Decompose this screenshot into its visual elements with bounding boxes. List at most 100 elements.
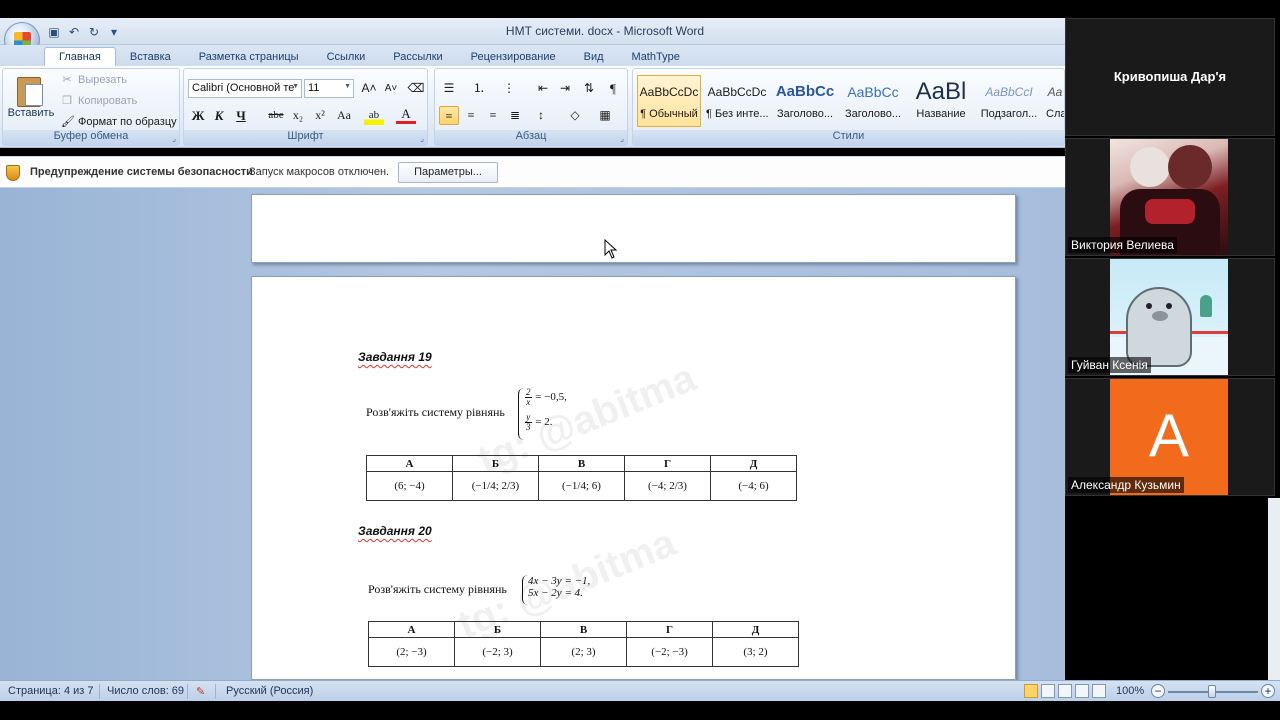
style-subtitle[interactable]: AaBbCcI Подзагол... [977,75,1041,127]
subscript-icon[interactable]: x₂ [288,106,308,125]
style-heading-2[interactable]: AaBbCc Заголово... [841,75,905,127]
outline-view-icon[interactable] [1075,684,1089,698]
superscript-icon[interactable]: x² [310,106,330,125]
paragraph-group: ☰ ⒈ ⋮ ⇤ ⇥ ⇅ ¶ ≡ ≡ ≡ ≣ ↕ ◇ ▦ Абзац ⌟ [434,68,628,146]
task-19-answer-table: А Б В Г Д (6; −4) (−1/4; 2/3) (−1/4; 6) … [366,455,797,501]
grow-font-icon[interactable]: A˄ [359,79,379,98]
copy-button[interactable]: ❐ Копировать [61,94,137,108]
participant-tile[interactable]: Кривопиша Дар'я [1065,18,1275,136]
proofing-icon[interactable]: ✎ [196,685,205,698]
borders-icon[interactable]: ▦ [595,106,615,125]
fraction-denominator: 3 [526,422,531,432]
style-title[interactable]: AaBl Название [909,75,973,127]
align-left-icon[interactable]: ≡ [439,106,459,125]
font-color-icon[interactable]: A [396,106,416,124]
font-name-combo[interactable]: Calibri (Основной те ▼ [188,79,302,98]
options-button[interactable]: Параметры... [398,162,498,183]
draft-view-icon[interactable] [1092,684,1106,698]
styles-group-label: Стили [633,130,1064,145]
page-count[interactable]: Страница: 4 из 7 [8,685,94,697]
tab-review[interactable]: Рецензирование [457,48,570,66]
table-cell: (−1/4; 6) [538,471,625,501]
page-current[interactable]: tg: @abitma tg: @abitma Завдання 19 Розв… [251,276,1016,680]
tab-home[interactable]: Главная [44,47,116,66]
shading-icon[interactable]: ◇ [565,106,585,125]
style-name: ¶ Обычный [640,108,698,120]
decrease-indent-icon[interactable]: ⇤ [533,79,553,98]
italic-icon[interactable]: К [209,106,229,125]
bold-icon[interactable]: Ж [188,106,208,125]
style-no-spacing[interactable]: AaBbCcDc ¶ Без инте... [705,75,769,127]
strikethrough-icon[interactable]: abe [266,106,286,125]
language-indicator[interactable]: Русский (Россия) [226,685,313,697]
tab-page-layout[interactable]: Разметка страницы [185,48,313,66]
dialog-launcher-icon[interactable]: ⌟ [172,134,176,143]
tab-insert[interactable]: Вставка [116,48,185,66]
table-header-cell: В [538,455,625,472]
multilevel-list-icon[interactable]: ⋮ [499,79,519,98]
style-subtle[interactable]: Aa Сла [1045,75,1065,127]
zoom-in-icon[interactable]: + [1261,684,1275,698]
style-name: ¶ Без инте... [706,108,768,120]
tab-mailings[interactable]: Рассылки [379,48,456,66]
save-icon[interactable]: ▣ [46,25,62,39]
print-layout-view-icon[interactable] [1024,684,1038,698]
participant-tile[interactable]: Гуйван Ксенія [1065,258,1275,376]
highlight-icon[interactable]: ab [364,106,384,125]
clear-formatting-icon[interactable]: ⌫ [406,79,426,98]
zoom-slider-thumb[interactable] [1208,685,1216,698]
table-header-cell: Д [710,455,797,472]
task-19-system: 2x = −0,5, y3 = 2. [518,388,567,440]
task-19-equation-1: 2x = −0,5, [524,388,567,407]
tab-view[interactable]: Вид [570,48,618,66]
align-center-icon[interactable]: ≡ [461,106,481,125]
numbering-icon[interactable]: ⒈ [469,79,489,98]
justify-icon[interactable]: ≣ [505,106,525,125]
divider [215,684,216,699]
dialog-launcher-icon[interactable]: ⌟ [620,134,624,143]
table-header-row: А Б В Г Д [366,455,797,472]
increase-indent-icon[interactable]: ⇥ [555,79,575,98]
show-marks-icon[interactable]: ¶ [603,79,623,98]
zoom-out-icon[interactable]: − [1151,684,1165,698]
bullets-icon[interactable]: ☰ [439,79,459,98]
tab-references[interactable]: Ссылки [313,48,380,66]
font-size-combo[interactable]: 11 ▼ [304,79,354,98]
line-spacing-icon[interactable]: ↕ [531,106,551,125]
customize-qat-icon[interactable]: ▾ [106,25,122,39]
zoom-level[interactable]: 100% [1116,685,1144,697]
participant-tile[interactable]: А Александр Кузьмин [1065,378,1275,496]
style-normal[interactable]: AaBbCcDc ¶ Обычный [637,75,701,127]
tab-mathtype[interactable]: MathType [618,48,694,66]
style-sample: AaBbCc [775,83,835,100]
font-size-value: 11 [308,82,320,94]
style-sample: AaBbCcI [985,85,1033,99]
style-heading-1[interactable]: AaBbCc Заголово... [773,75,837,127]
format-painter-button[interactable]: 🖌 Формат по образцу [61,115,177,129]
task-20-system: 4x − 3y = −1, 5x − 2y = 4. [522,575,590,605]
word-count[interactable]: Число слов: 69 [107,685,184,697]
shrink-font-icon[interactable]: A˅ [381,79,401,98]
style-sample: AaBbCc [847,84,899,100]
table-row: (2; −3) (−2; 3) (2; 3) (−2; −3) (3; 2) [368,637,799,667]
participant-tile[interactable]: Виктория Велиева [1065,138,1275,256]
table-cell: (−2; −3) [626,637,713,667]
align-right-icon[interactable]: ≡ [483,106,503,125]
page-previous[interactable] [251,194,1016,263]
participant-name: Гуйван Ксенія [1068,357,1151,373]
full-screen-reading-icon[interactable] [1041,684,1055,698]
style-sample: AaBl [915,78,967,105]
change-case-icon[interactable]: Aa [334,106,354,125]
redo-icon[interactable]: ↻ [86,25,102,39]
underline-icon[interactable]: Ч [231,106,251,125]
table-header-cell: Б [452,455,539,472]
web-layout-icon[interactable] [1058,684,1072,698]
paste-button[interactable]: Вставить [7,107,55,119]
sort-icon[interactable]: ⇅ [579,79,599,98]
cut-button[interactable]: ✂ Вырезать [61,73,127,87]
undo-icon[interactable]: ↶ [66,25,82,39]
participant-name: Александр Кузьмин [1068,477,1184,493]
dialog-launcher-icon[interactable]: ⌟ [420,134,424,143]
paste-icon[interactable] [13,75,47,109]
table-cell: (−1/4; 2/3) [452,471,539,501]
